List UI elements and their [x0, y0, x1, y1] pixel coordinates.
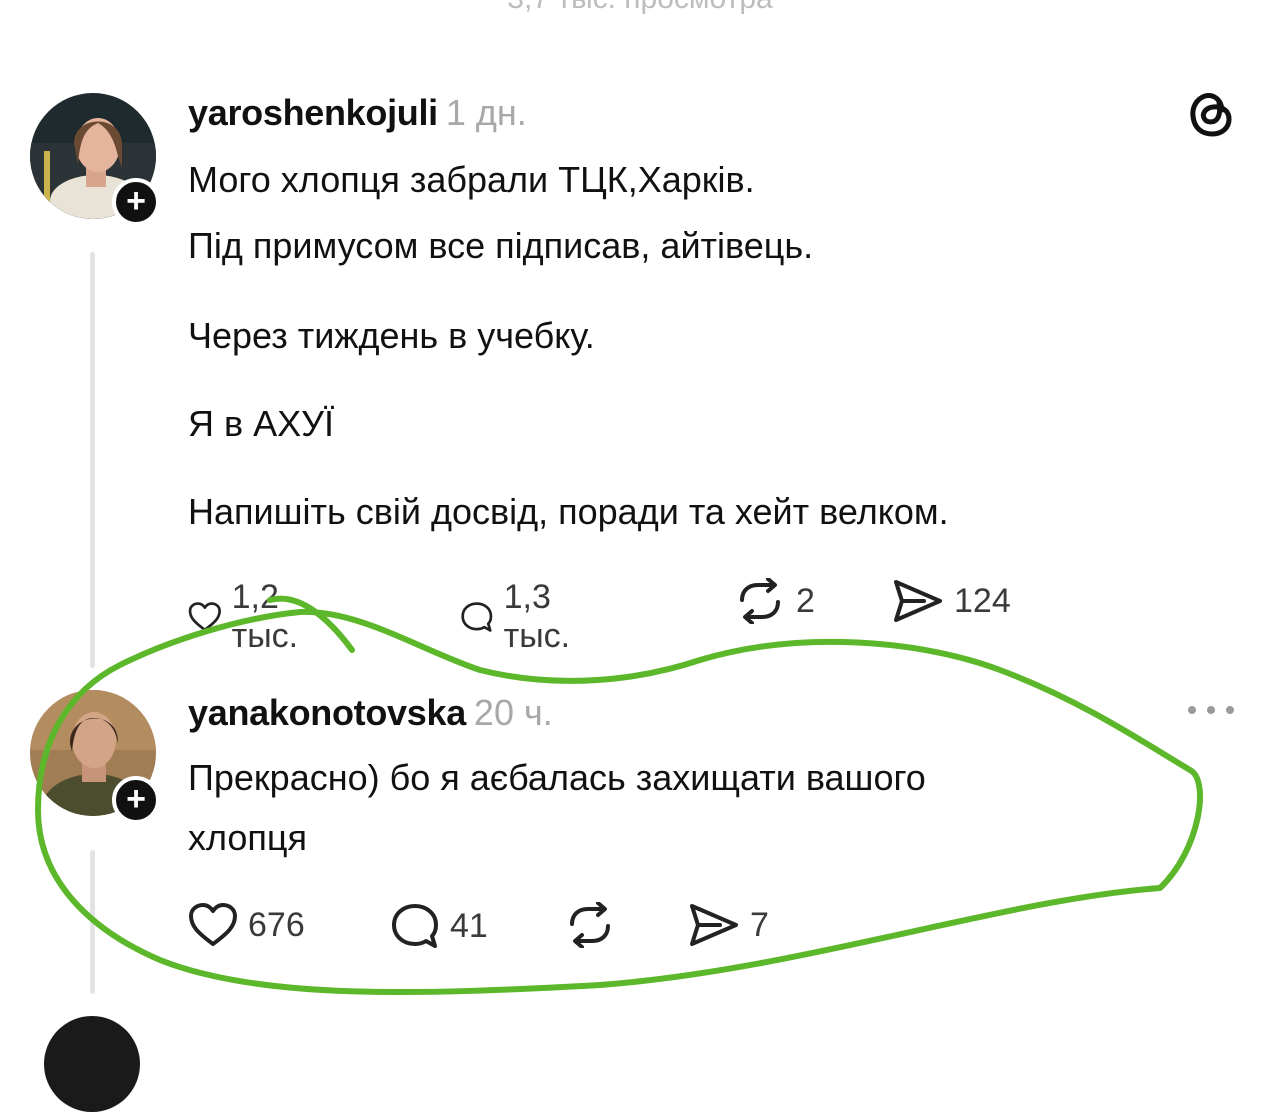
reply-header: yanakonotovska 20 ч. — [188, 692, 553, 734]
post-line: Мого хлопця забрали ТЦК,Харків. — [188, 159, 755, 200]
repost-icon — [570, 902, 610, 948]
reply-button[interactable]: 41 — [390, 902, 488, 950]
share-count: 7 — [750, 905, 769, 944]
thread-line — [90, 850, 95, 994]
repost-icon — [740, 578, 780, 624]
post-line: Напишіть свій досвід, поради та хейт вел… — [188, 491, 949, 532]
follow-plus-icon[interactable]: + — [112, 776, 160, 824]
username[interactable]: yaroshenkojuli — [188, 92, 438, 133]
follow-plus-icon[interactable]: + — [112, 178, 160, 226]
like-button[interactable]: 676 — [188, 902, 305, 948]
post-time: 1 дн. — [445, 92, 527, 133]
share-count: 124 — [954, 581, 1011, 620]
repost-count: 2 — [796, 581, 815, 620]
repost-button[interactable] — [564, 902, 616, 948]
repost-button[interactable]: 2 — [734, 578, 815, 624]
threads-logo-icon[interactable] — [1188, 88, 1234, 138]
thread-line — [90, 252, 95, 668]
like-button[interactable]: 1,2 тыс. — [188, 578, 314, 656]
heart-icon — [188, 602, 221, 632]
heart-icon — [189, 903, 237, 946]
like-count: 676 — [248, 905, 305, 944]
comment-icon — [392, 904, 438, 948]
post-line: Під примусом все підписав, айтівець. — [188, 225, 814, 266]
share-button[interactable]: 7 — [688, 902, 769, 948]
like-count: 1,2 тыс. — [231, 578, 299, 655]
reply-time: 20 ч. — [473, 692, 553, 733]
share-button[interactable]: 124 — [892, 578, 1011, 624]
share-icon — [690, 904, 738, 946]
post-header: yaroshenkojuli 1 дн. — [188, 92, 527, 134]
post-line: Через тиждень в учебку. — [188, 315, 595, 356]
next-avatar[interactable] — [44, 1016, 140, 1112]
views-count: 3,7 тыс. просмотра — [0, 0, 1280, 16]
username[interactable]: yanakonotovska — [188, 692, 466, 733]
reply-count: 41 — [450, 906, 488, 945]
post-line: Я в АХУЇ — [188, 403, 335, 444]
reply-line: Прекрасно) бо я аєбалась захищати вашого — [188, 757, 926, 798]
share-icon — [894, 580, 942, 622]
reply-line: хлопця — [188, 817, 308, 858]
more-dots-icon[interactable] — [1186, 700, 1236, 720]
reply-count: 1,3 тыс. — [503, 578, 571, 655]
reply-button[interactable]: 1,3 тыс. — [460, 578, 586, 656]
comment-icon — [461, 602, 493, 632]
